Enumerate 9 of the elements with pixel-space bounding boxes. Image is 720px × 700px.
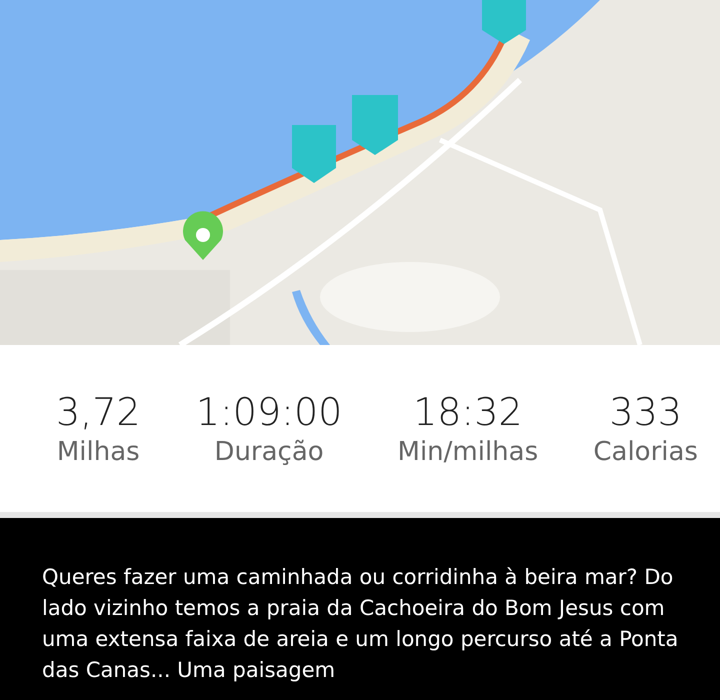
- stat-value: 3,72: [56, 389, 141, 435]
- stat-value: 333: [609, 389, 682, 435]
- stat-value: 1:09:00: [196, 389, 342, 435]
- stat-label: Milhas: [56, 436, 140, 469]
- stat-label: Calorias: [593, 436, 698, 469]
- stat-label: Min/milhas: [398, 436, 538, 469]
- post-text: Queres fazer uma caminhada ou corridinha à beira mar? Do lado vizinho temos a praia da Cachoeira do Bom Jesus com uma extensa faixa de areia e um longo percurso até a Ponta das Canas... Uma paisagem: [42, 564, 680, 684]
- stat-label: Duração: [214, 436, 324, 469]
- stat-value: 18:32: [413, 389, 523, 435]
